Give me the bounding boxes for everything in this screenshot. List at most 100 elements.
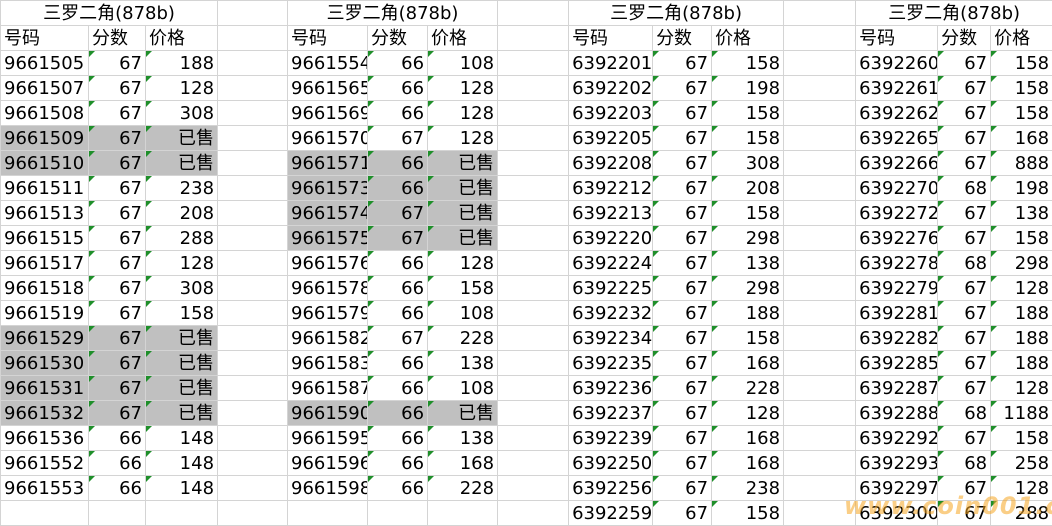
cell-number[interactable]: 9661517 [0,250,89,276]
cell-number[interactable]: 9661590 [287,400,369,426]
cell-price[interactable]: 168 [990,125,1052,151]
cell-price[interactable]: 188 [990,325,1052,351]
cell-number[interactable]: 9661531 [0,375,89,401]
cell-number[interactable]: 9661519 [0,300,89,326]
cell-score[interactable]: 67 [652,375,713,401]
spacer-cell[interactable] [497,200,570,226]
cell-score[interactable]: 66 [367,375,429,401]
cell-score[interactable]: 67 [652,425,713,451]
cell-number[interactable]: 6392260 [855,50,939,76]
spacer-cell[interactable] [783,25,857,51]
cell-price[interactable]: 298 [711,275,785,301]
cell-number[interactable]: 6392239 [568,425,654,451]
cell-score[interactable]: 67 [652,475,713,501]
spacer-cell[interactable] [497,100,570,126]
cell-price[interactable]: 198 [711,75,785,101]
spacer-cell[interactable] [217,450,289,476]
cell-price[interactable]: 108 [427,375,499,401]
cell-number[interactable]: 9661579 [287,300,369,326]
cell-score[interactable]: 67 [367,200,429,226]
cell-price[interactable]: 158 [711,100,785,126]
cell-number[interactable]: 9661570 [287,125,369,151]
spacer-cell[interactable] [217,125,289,151]
cell-score[interactable]: 68 [937,400,992,426]
cell-score[interactable]: 67 [88,400,146,426]
spacer-cell[interactable] [783,425,857,451]
cell-number[interactable]: 6392237 [568,400,654,426]
spacer-cell[interactable] [217,175,289,201]
spacer-cell[interactable] [217,350,289,376]
spacer-cell[interactable] [497,400,570,426]
cell-price-sold[interactable]: 已售 [144,150,219,176]
cell-score[interactable]: 67 [367,125,429,151]
spacer-cell[interactable] [497,475,570,501]
spacer-cell[interactable] [217,75,289,101]
cell-number[interactable]: 9661508 [0,100,89,126]
empty-cell[interactable] [0,500,89,526]
cell-price[interactable]: 168 [711,425,785,451]
cell-number[interactable]: 6392205 [568,125,654,151]
spacer-cell[interactable] [783,250,857,276]
spacer-cell[interactable] [783,150,857,176]
cell-price[interactable]: 138 [990,200,1052,226]
cell-number[interactable]: 9661578 [287,275,369,301]
cell-number[interactable]: 6392250 [568,450,654,476]
cell-price[interactable]: 228 [427,325,499,351]
cell-score[interactable]: 67 [88,150,146,176]
empty-cell[interactable] [367,500,429,526]
cell-number[interactable]: 6392278 [855,250,939,276]
spacer-cell[interactable] [497,375,570,401]
cell-score[interactable]: 67 [937,350,992,376]
cell-score[interactable]: 67 [88,250,146,276]
cell-score[interactable]: 67 [937,125,992,151]
cell-price[interactable]: 208 [144,200,219,226]
cell-number[interactable]: 9661554 [287,50,369,76]
spacer-cell[interactable] [783,300,857,326]
cell-score[interactable]: 66 [367,300,429,326]
group-title[interactable]: 三罗二角(878b) [568,0,785,26]
cell-price[interactable]: 168 [427,450,499,476]
cell-price[interactable]: 158 [711,325,785,351]
cell-price[interactable]: 158 [990,75,1052,101]
cell-number[interactable]: 9661552 [0,450,89,476]
cell-score[interactable]: 66 [367,175,429,201]
cell-score[interactable]: 67 [937,200,992,226]
cell-price[interactable]: 288 [144,225,219,251]
cell-price-sold[interactable]: 已售 [427,200,499,226]
cell-price[interactable]: 128 [990,375,1052,401]
spacer-cell[interactable] [783,275,857,301]
cell-price[interactable]: 288 [990,500,1052,526]
cell-price[interactable]: 148 [144,475,219,501]
cell-number[interactable]: 9661536 [0,425,89,451]
cell-number[interactable]: 6392272 [855,200,939,226]
cell-price[interactable]: 308 [144,275,219,301]
cell-number[interactable]: 6392293 [855,450,939,476]
cell-number[interactable]: 9661513 [0,200,89,226]
spacer-cell[interactable] [783,50,857,76]
cell-number[interactable]: 6392279 [855,275,939,301]
cell-price[interactable]: 158 [990,50,1052,76]
cell-score[interactable]: 66 [367,250,429,276]
empty-cell[interactable] [287,500,369,526]
cell-score[interactable]: 67 [652,175,713,201]
cell-price[interactable]: 158 [990,425,1052,451]
cell-number[interactable]: 6392203 [568,100,654,126]
cell-score[interactable]: 66 [367,475,429,501]
cell-price[interactable]: 158 [990,225,1052,251]
cell-number[interactable]: 9661511 [0,175,89,201]
cell-score[interactable]: 66 [367,400,429,426]
cell-score[interactable]: 67 [937,300,992,326]
spacer-cell[interactable] [217,500,289,526]
spacer-cell[interactable] [217,25,289,51]
cell-score[interactable]: 67 [88,225,146,251]
cell-score[interactable]: 66 [367,425,429,451]
cell-number[interactable]: 9661530 [0,350,89,376]
cell-score[interactable]: 67 [652,275,713,301]
cell-price[interactable]: 198 [990,175,1052,201]
spacer-cell[interactable] [217,475,289,501]
spacer-cell[interactable] [217,425,289,451]
cell-price[interactable]: 188 [711,300,785,326]
cell-number[interactable]: 9661515 [0,225,89,251]
cell-number[interactable]: 6392236 [568,375,654,401]
cell-number[interactable]: 6392234 [568,325,654,351]
